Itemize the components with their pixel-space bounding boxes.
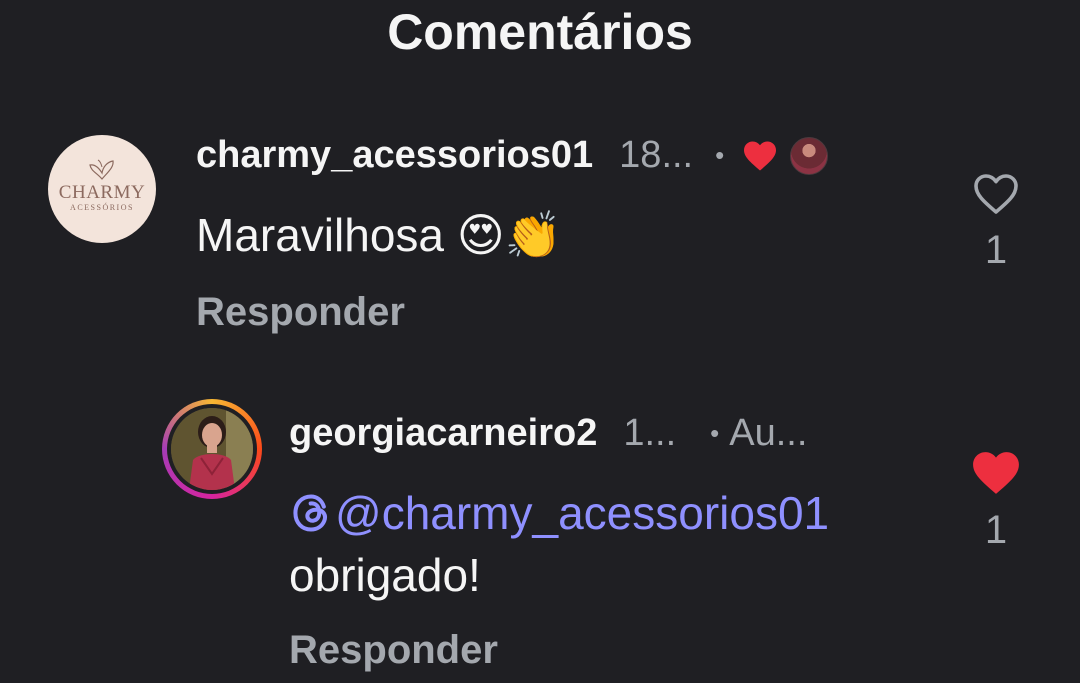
story-ring-gap: [167, 404, 257, 494]
reply-time: 1...: [623, 412, 677, 454]
person-photo-icon: [171, 408, 253, 490]
brand-logo-subtext: ACESSÓRIOS: [70, 203, 134, 212]
reply-meta: georgiacarneiro2 1... • Au...: [289, 412, 807, 455]
comments-screen: Comentários CHARMY ACESSÓRIOS charmy_ace…: [0, 0, 1080, 683]
reply-button[interactable]: Responder: [196, 290, 405, 335]
reply-text: obrigado!: [289, 549, 481, 601]
brand-logo-text: CHARMY: [58, 182, 146, 203]
like-count: 1: [984, 508, 1008, 552]
threads-at-icon: [293, 494, 327, 532]
page-title: Comentários: [387, 4, 693, 60]
reply-username[interactable]: georgiacarneiro2: [289, 412, 597, 455]
reply-mention-line[interactable]: @charmy_acessorios01: [289, 486, 829, 546]
separator-dot: •: [715, 140, 725, 170]
comment-text: Maravilhosa 😍👏: [196, 209, 563, 261]
separator-dot: •: [710, 418, 720, 448]
reply-avatar[interactable]: [162, 399, 262, 499]
comment-meta: charmy_acessorios01 18... •: [196, 134, 829, 177]
heart-filled-icon[interactable]: [971, 450, 1021, 496]
butterfly-logo-icon: [89, 159, 114, 180]
mention-text: @charmy_acessorios01: [335, 487, 830, 539]
avatar[interactable]: CHARMY ACESSÓRIOS: [48, 135, 156, 243]
author-tag: Au...: [729, 412, 808, 454]
author-avatar-small: [790, 136, 829, 175]
comment-like: 1: [966, 172, 1026, 273]
comment-username[interactable]: charmy_acessorios01: [196, 134, 593, 177]
heart-outline-icon[interactable]: [972, 172, 1020, 216]
heart-filled-icon: [744, 140, 777, 171]
profile-photo: [171, 408, 253, 490]
reply-button[interactable]: Responder: [289, 628, 498, 673]
like-count: 1: [984, 228, 1008, 272]
mention-link[interactable]: @charmy_acessorios01: [289, 486, 829, 540]
reply-like: 1: [966, 450, 1026, 553]
comment-time: 18...: [619, 134, 694, 176]
